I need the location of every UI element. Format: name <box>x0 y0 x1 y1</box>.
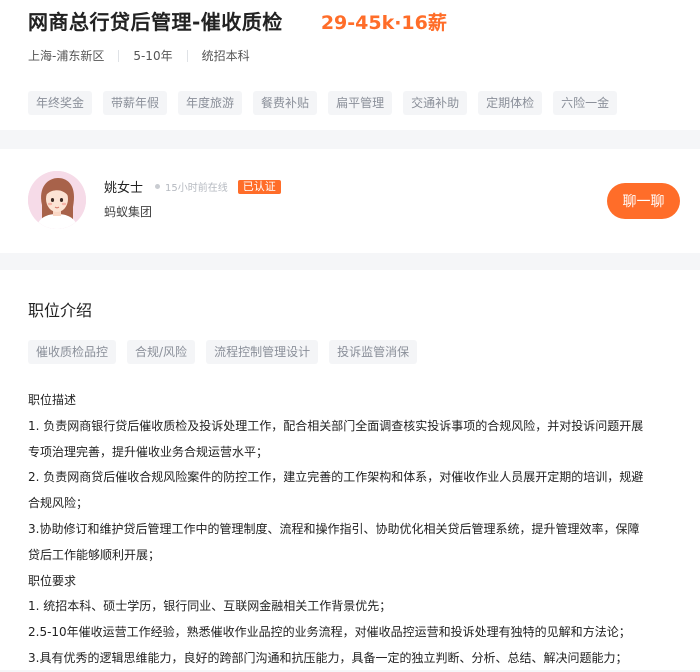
requirement-line: 3.具有优秀的逻辑思维能力，良好的跨部门沟通和抗压能力，具备一定的独立判断、分析… <box>28 650 628 665</box>
description-body: 职位描述 1. 负责网商银行贷后催收质检及投诉处理工作，配合相关部门全面调查核实… <box>28 388 680 672</box>
online-status: 15小时前在线 <box>155 179 228 194</box>
salary: 29-45k·16薪 <box>320 12 447 34</box>
online-status-text: 15小时前在线 <box>165 183 228 194</box>
divider <box>118 49 120 62</box>
requirement-line: 1. 统招本科、硕士学历，银行同业、互联网金融相关工作背景优先； <box>28 599 392 614</box>
description-line: 2. 负责网商贷后催收合规风险案件的防控工作，建立完善的工作架构和体系，对催收作… <box>28 470 644 511</box>
benefit-tag: 定期体检 <box>478 91 543 115</box>
benefit-tag: 六险一金 <box>553 91 618 115</box>
keyword-tags: 催收质检品控 合规/风险 流程控制管理设计 投诉监管消保 <box>28 340 428 364</box>
job-title: 网商总行贷后管理-催收质检 <box>28 10 283 34</box>
job-header-card: 网商总行贷后管理-催收质检 29-45k·16薪 上海-浦东新区 5-10年 统… <box>0 0 700 130</box>
benefit-tag: 带薪年假 <box>103 91 168 115</box>
keyword-tag: 催收质检品控 <box>28 340 117 364</box>
section-title: 职位介绍 <box>28 301 93 320</box>
benefit-tag: 年终奖金 <box>28 91 93 115</box>
requirements-heading: 职位要求 <box>28 573 77 588</box>
job-meta: 上海-浦东新区 5-10年 统招本科 <box>28 47 250 64</box>
requirement-line: 2.5-10年催收运营工作经验，熟悉催收作业品控的业务流程，对催收品控运营和投诉… <box>28 625 631 640</box>
benefit-tag: 年度旅游 <box>178 91 243 115</box>
recruiter-company[interactable]: 蚂蚁集团 <box>104 203 152 220</box>
benefit-tag: 扁平管理 <box>328 91 393 115</box>
description-line: 1. 负责网商银行贷后催收质检及投诉处理工作，配合相关部门全面调查核实投诉事项的… <box>28 418 644 459</box>
recruiter-card: 姚女士 15小时前在线 已认证 蚂蚁集团 聊一聊 <box>0 149 700 253</box>
benefit-tag: 餐费补贴 <box>253 91 318 115</box>
online-dot-icon <box>155 184 161 189</box>
description-line: 3.协助修订和维护贷后管理工作中的管理制度、流程和操作指引、协助优化相关贷后管理… <box>28 521 640 562</box>
benefit-tags: 年终奖金 带薪年假 年度旅游 餐费补贴 扁平管理 交通补助 定期体检 六险一金 <box>28 91 628 115</box>
title-row: 网商总行贷后管理-催收质检 29-45k·16薪 <box>28 6 447 35</box>
keyword-tag: 流程控制管理设计 <box>206 340 319 364</box>
job-education: 统招本科 <box>201 49 250 63</box>
benefit-tag: 交通补助 <box>403 91 468 115</box>
job-location: 上海-浦东新区 <box>28 49 105 63</box>
avatar[interactable] <box>28 171 86 229</box>
keyword-tag: 合规/风险 <box>127 340 196 364</box>
avatar-illustration <box>28 171 86 229</box>
recruiter-name-row: 姚女士 15小时前在线 已认证 <box>104 177 281 196</box>
job-description-card: 职位介绍 催收质检品控 合规/风险 流程控制管理设计 投诉监管消保 职位描述 1… <box>0 270 700 670</box>
divider <box>186 49 188 62</box>
chat-button[interactable]: 聊一聊 <box>607 183 680 219</box>
keyword-tag: 投诉监管消保 <box>329 340 418 364</box>
description-heading: 职位描述 <box>28 393 77 407</box>
job-experience: 5-10年 <box>133 49 173 63</box>
verified-badge: 已认证 <box>237 179 281 194</box>
recruiter-name: 姚女士 <box>104 181 144 196</box>
